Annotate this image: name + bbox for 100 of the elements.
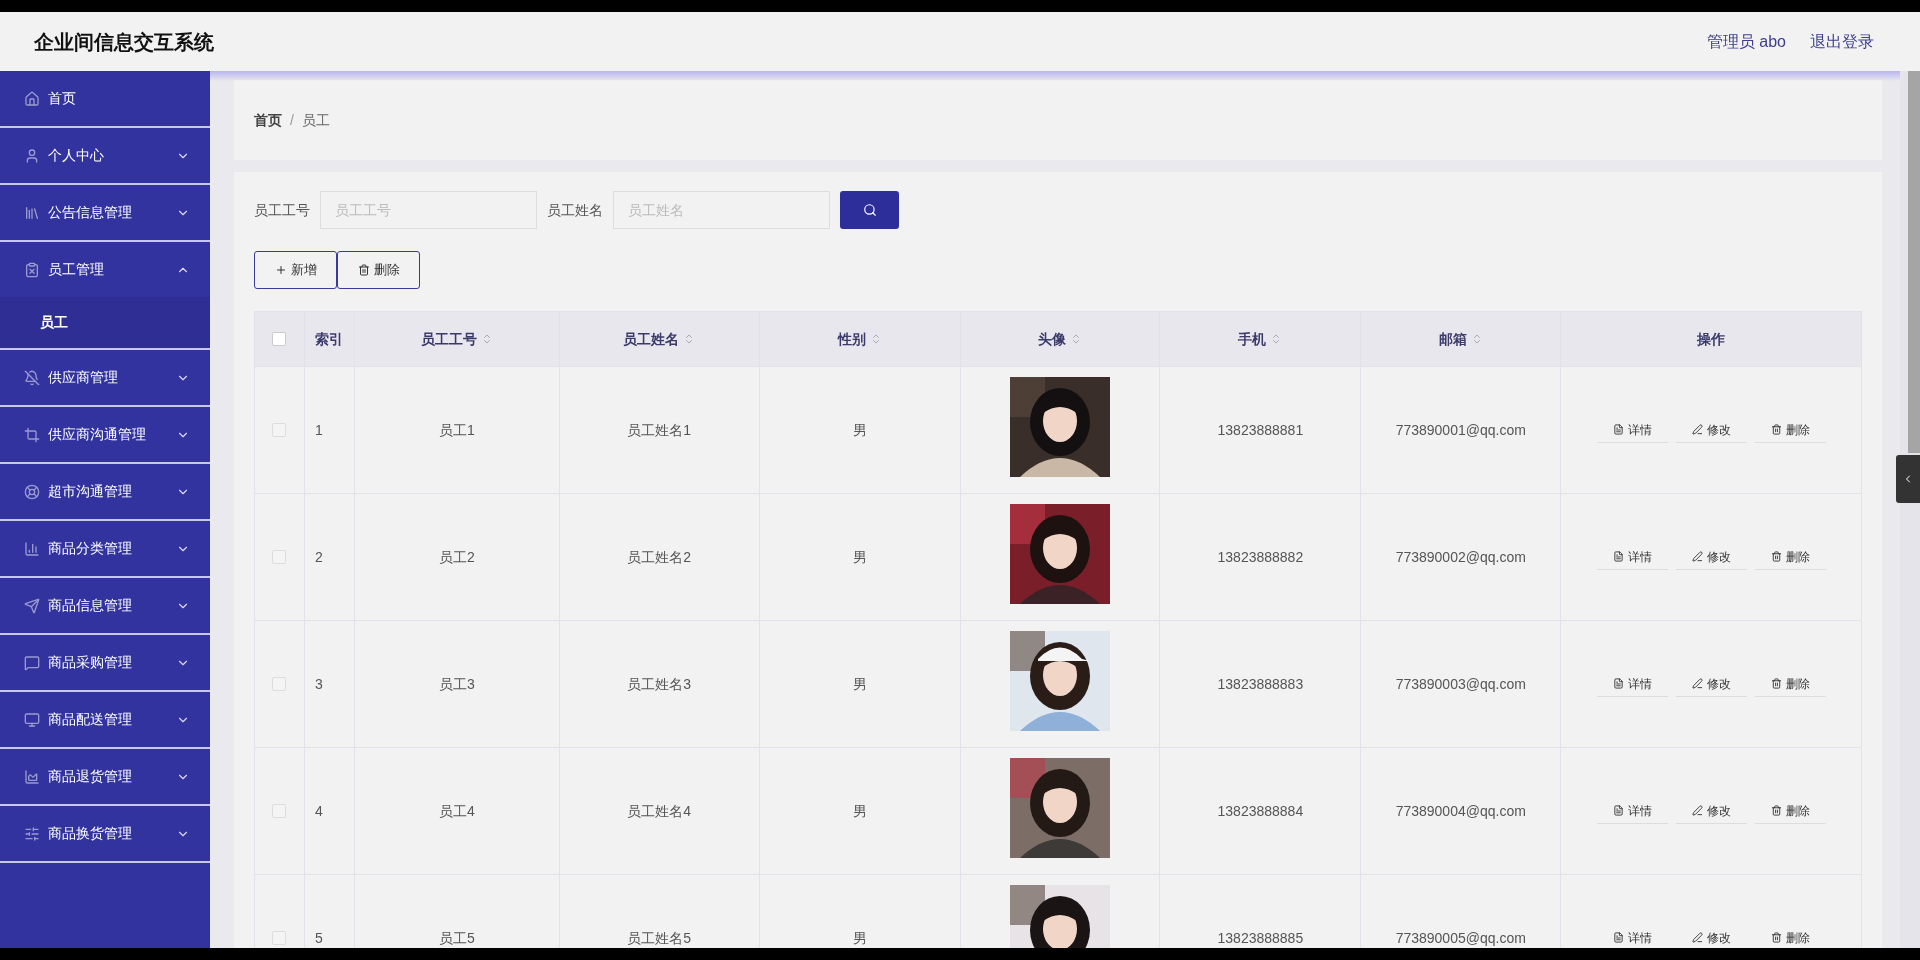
pen-icon bbox=[1691, 678, 1703, 689]
edit-button[interactable]: 修改 bbox=[1675, 544, 1747, 570]
document-icon bbox=[1612, 424, 1624, 435]
edit-button[interactable]: 修改 bbox=[1675, 798, 1747, 824]
column-header: 头像 bbox=[1038, 329, 1066, 349]
table-cell-text: 13823888884 bbox=[1217, 801, 1304, 821]
table-cell-text: 13823888883 bbox=[1217, 674, 1304, 694]
breadcrumb-link[interactable]: 首页 bbox=[254, 109, 282, 131]
table-cell-text: 员工姓名3 bbox=[627, 674, 692, 694]
document-icon bbox=[1612, 551, 1624, 562]
sidebar-item[interactable]: 首页 bbox=[0, 71, 210, 126]
sidebar-item[interactable]: 商品退货管理 bbox=[0, 749, 210, 804]
scrollbar-thumb[interactable] bbox=[1908, 71, 1920, 453]
table-cell-text: 男 bbox=[852, 801, 867, 821]
select-all-checkbox[interactable] bbox=[272, 332, 287, 346]
sort-icon[interactable] bbox=[1070, 333, 1082, 345]
pen-icon bbox=[1691, 932, 1703, 943]
trash-icon bbox=[1770, 932, 1782, 943]
table-cell-text: 员工1 bbox=[438, 420, 475, 440]
sidebar-item[interactable]: 公告信息管理 bbox=[0, 185, 210, 240]
submenu-item[interactable]: 员工 bbox=[0, 297, 210, 348]
search-icon bbox=[862, 203, 877, 217]
table-cell-text: 员工姓名4 bbox=[627, 801, 692, 821]
detail-button[interactable]: 详情 bbox=[1596, 417, 1668, 443]
monitor-icon bbox=[24, 711, 40, 728]
table-cell-text: 1 bbox=[314, 420, 323, 440]
paper-plane-icon bbox=[24, 597, 40, 614]
document-icon bbox=[1612, 932, 1624, 943]
table-cell-text: 员工姓名5 bbox=[627, 928, 692, 948]
sidebar-item[interactable]: 供应商沟通管理 bbox=[0, 407, 210, 462]
column-header: 员工姓名 bbox=[623, 329, 680, 349]
field-label: 员工工号 bbox=[254, 200, 310, 220]
table-cell-text: 3 bbox=[314, 674, 323, 694]
table-cell-text: 员工2 bbox=[438, 547, 475, 567]
delete-button[interactable]: 删除 bbox=[1754, 798, 1826, 824]
sidebar-item[interactable]: 商品换货管理 bbox=[0, 806, 210, 861]
table-cell-text: 13823888881 bbox=[1217, 420, 1304, 440]
trash-icon bbox=[357, 264, 370, 276]
column-header: 性别 bbox=[837, 329, 866, 349]
sidebar-item[interactable]: 个人中心 bbox=[0, 128, 210, 183]
table-cell-text: 员工5 bbox=[438, 928, 475, 948]
column-header: 邮箱 bbox=[1438, 329, 1467, 349]
trash-icon bbox=[1770, 678, 1782, 689]
sidebar-item[interactable]: 商品配送管理 bbox=[0, 692, 210, 747]
bar-chart-icon bbox=[24, 540, 40, 557]
books-icon bbox=[24, 204, 40, 221]
table-cell-text: 13823888885 bbox=[1217, 928, 1304, 948]
sidebar-item[interactable]: 超市沟通管理 bbox=[0, 464, 210, 519]
table-cell-text: 员工姓名2 bbox=[627, 547, 692, 567]
table-cell-text: 男 bbox=[852, 547, 867, 567]
field-label: 员工姓名 bbox=[547, 200, 603, 220]
table-cell-text: 男 bbox=[852, 928, 867, 948]
sliders-icon bbox=[24, 825, 40, 842]
table-cell-text: 773890005@qq.com bbox=[1395, 928, 1526, 948]
table-cell-text: 员工3 bbox=[438, 674, 475, 694]
lifebuoy-icon bbox=[24, 483, 40, 500]
chart-icon bbox=[24, 768, 40, 785]
table-cell-text: 13823888882 bbox=[1217, 547, 1304, 567]
detail-button[interactable]: 详情 bbox=[1596, 925, 1668, 948]
table-cell-text: 773890001@qq.com bbox=[1395, 420, 1526, 440]
sidebar-item[interactable]: 供应商管理 bbox=[0, 350, 210, 405]
crop-icon bbox=[24, 426, 40, 443]
sidebar-item[interactable]: 员工管理 bbox=[0, 242, 210, 297]
logout-link[interactable]: 退出登录 bbox=[1810, 29, 1874, 54]
breadcrumb-link[interactable]: 员工 bbox=[301, 109, 330, 131]
delete-button[interactable]: 删除 bbox=[337, 251, 420, 289]
table-cell-text: 男 bbox=[852, 674, 867, 694]
detail-button[interactable]: 详情 bbox=[1596, 671, 1668, 697]
delete-button[interactable]: 删除 bbox=[1754, 544, 1826, 570]
search-button[interactable] bbox=[840, 191, 899, 229]
edit-button[interactable]: 修改 bbox=[1675, 417, 1747, 443]
table-cell-text: 2 bbox=[314, 547, 323, 567]
table-cell-text: 773890003@qq.com bbox=[1395, 674, 1526, 694]
sidebar-item[interactable]: 商品采购管理 bbox=[0, 635, 210, 690]
column-header: 员工工号 bbox=[420, 329, 477, 349]
home-icon bbox=[24, 90, 40, 107]
edit-button[interactable]: 修改 bbox=[1675, 671, 1747, 697]
pen-icon bbox=[1691, 805, 1703, 816]
document-icon bbox=[1612, 678, 1624, 689]
detail-button[interactable]: 详情 bbox=[1596, 544, 1668, 570]
bell-off-icon bbox=[24, 369, 40, 386]
delete-button[interactable]: 删除 bbox=[1754, 925, 1826, 948]
delete-button[interactable]: 删除 bbox=[1754, 671, 1826, 697]
delete-button[interactable]: 删除 bbox=[1754, 417, 1826, 443]
table-cell-text: 员工姓名1 bbox=[627, 420, 692, 440]
edit-button[interactable]: 修改 bbox=[1675, 925, 1747, 948]
table-cell-text: 773890002@qq.com bbox=[1395, 547, 1526, 567]
collapse-tab[interactable] bbox=[1896, 455, 1920, 503]
table-cell-text: 4 bbox=[314, 801, 323, 821]
column-header: 手机 bbox=[1238, 329, 1267, 349]
sidebar-item[interactable]: 商品信息管理 bbox=[0, 578, 210, 633]
clipboard-icon bbox=[24, 261, 40, 278]
pen-icon bbox=[1691, 424, 1703, 435]
app-title: 企业间信息交互系统 bbox=[34, 29, 214, 55]
trash-icon bbox=[1770, 805, 1782, 816]
user-icon bbox=[24, 147, 40, 164]
sidebar-item[interactable]: 商品分类管理 bbox=[0, 521, 210, 576]
column-header: 索引 bbox=[314, 329, 343, 349]
detail-button[interactable]: 详情 bbox=[1596, 798, 1668, 824]
add-button[interactable]: 新增 bbox=[254, 251, 337, 289]
